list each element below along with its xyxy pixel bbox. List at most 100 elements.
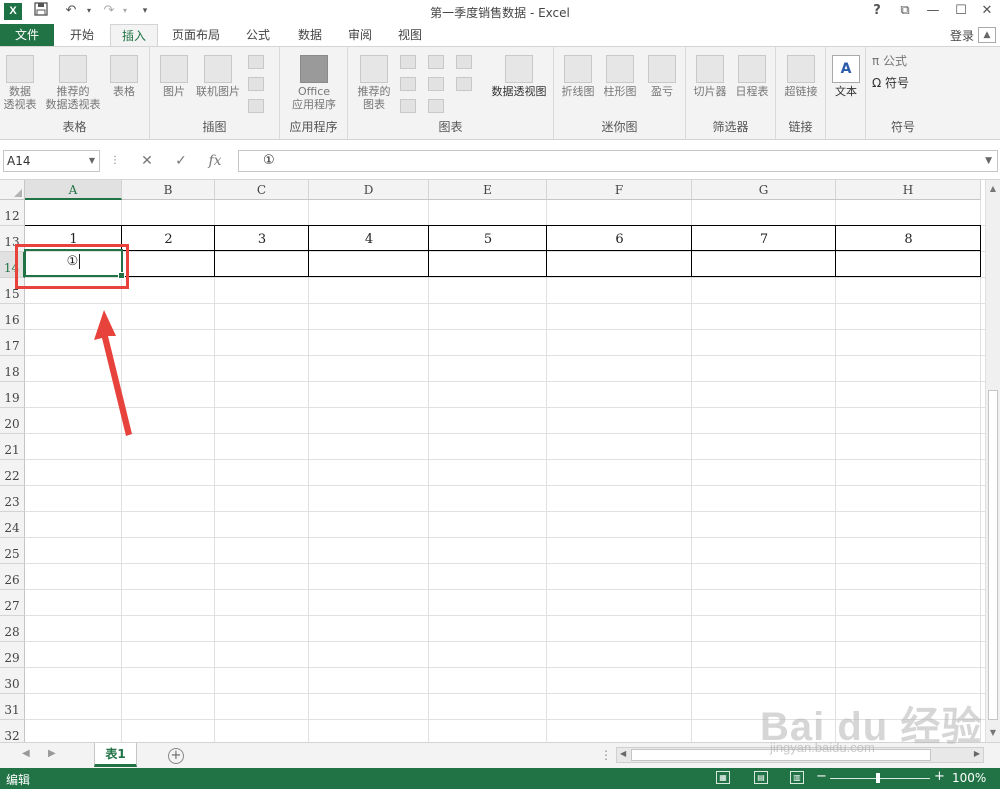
row-header-31[interactable]: 31 bbox=[0, 694, 25, 720]
row-header-20[interactable]: 20 bbox=[0, 408, 25, 434]
collapse-ribbon-icon[interactable]: ▲ bbox=[978, 27, 996, 43]
row-header-12[interactable]: 12 bbox=[0, 200, 25, 226]
normal-view-icon[interactable]: ▦ bbox=[716, 771, 730, 784]
recommended-charts-button[interactable]: 推荐的 图表 bbox=[352, 55, 396, 111]
column-header-c[interactable]: C bbox=[215, 180, 309, 200]
next-sheet-icon[interactable]: ▶ bbox=[48, 748, 56, 759]
tab-view[interactable]: 视图 bbox=[388, 24, 432, 46]
close-button[interactable]: ✕ bbox=[974, 1, 1000, 21]
formula-input[interactable]: ① ▼ bbox=[238, 150, 998, 172]
scroll-up-icon[interactable]: ▲ bbox=[988, 184, 998, 194]
row-header-19[interactable]: 19 bbox=[0, 382, 25, 408]
pivot-chart-button[interactable]: 数据透视图 bbox=[486, 55, 552, 98]
scroll-right-icon[interactable]: ▶ bbox=[974, 749, 980, 758]
line-chart-icon[interactable] bbox=[400, 77, 416, 91]
worksheet-grid[interactable]: A B C D E F G H 12 13 14 15 16 17 18 19 20 21 22 23 24 25 26 27… bbox=[0, 180, 985, 742]
combo-chart-icon[interactable] bbox=[456, 77, 472, 91]
help-button[interactable]: ? bbox=[864, 1, 890, 21]
row-header-17[interactable]: 17 bbox=[0, 330, 25, 356]
stock-chart-icon[interactable] bbox=[456, 55, 472, 69]
symbol-button[interactable]: Ω 符号 bbox=[872, 77, 932, 90]
pie-chart-icon[interactable] bbox=[400, 99, 416, 113]
pictures-button[interactable]: 图片 bbox=[156, 55, 192, 98]
tab-file[interactable]: 文件 bbox=[0, 24, 54, 46]
tab-home[interactable]: 开始 bbox=[60, 24, 104, 46]
pivot-table-button[interactable]: 数据 透视表 bbox=[2, 55, 38, 111]
timeline-button[interactable]: 日程表 bbox=[732, 55, 772, 98]
row-header-22[interactable]: 22 bbox=[0, 460, 25, 486]
column-chart-icon[interactable] bbox=[400, 55, 416, 69]
hyperlink-button[interactable]: 超链接 bbox=[780, 55, 822, 98]
sheet-tab[interactable]: 表1 bbox=[94, 743, 137, 767]
screenshot-icon[interactable] bbox=[248, 99, 264, 113]
row-header-26[interactable]: 26 bbox=[0, 564, 25, 590]
row-header-21[interactable]: 21 bbox=[0, 434, 25, 460]
scroll-left-icon[interactable]: ◀ bbox=[620, 749, 626, 758]
smartart-icon[interactable] bbox=[248, 77, 264, 91]
row-header-32[interactable]: 32 bbox=[0, 720, 25, 742]
tab-insert[interactable]: 插入 bbox=[110, 24, 158, 47]
column-header-d[interactable]: D bbox=[309, 180, 429, 200]
sparkline-column-button[interactable]: 柱形图 bbox=[600, 55, 640, 98]
shapes-icon[interactable] bbox=[248, 55, 264, 69]
add-sheet-icon[interactable]: + bbox=[168, 748, 184, 764]
text-button[interactable]: A 文本 bbox=[830, 55, 862, 98]
zoom-slider[interactable] bbox=[830, 773, 930, 783]
table-button[interactable]: 表格 bbox=[106, 55, 142, 98]
login-link[interactable]: 登录 bbox=[950, 27, 974, 44]
zoom-in-button[interactable]: + bbox=[934, 769, 945, 784]
insert-function-icon[interactable]: fx bbox=[202, 150, 228, 172]
zoom-level[interactable]: 100% bbox=[952, 771, 986, 785]
row-header-27[interactable]: 27 bbox=[0, 590, 25, 616]
tab-page-layout[interactable]: 页面布局 bbox=[164, 24, 228, 46]
recommended-pivot-button[interactable]: 推荐的 数据透视表 bbox=[42, 55, 104, 111]
zoom-out-button[interactable]: − bbox=[816, 769, 827, 784]
scatter-chart-icon[interactable] bbox=[428, 99, 444, 113]
name-box[interactable]: A14 ▼ bbox=[3, 150, 100, 172]
group-label-apps: 应用程序 bbox=[289, 120, 338, 134]
equation-button[interactable]: π 公式 bbox=[872, 55, 932, 68]
online-pictures-button[interactable]: 联机图片 bbox=[194, 55, 242, 98]
page-layout-view-icon[interactable]: ▤ bbox=[754, 771, 768, 784]
column-header-a[interactable]: A bbox=[25, 180, 122, 200]
page-break-view-icon[interactable]: ▥ bbox=[790, 771, 804, 784]
maximize-button[interactable]: ☐ bbox=[948, 1, 974, 21]
tab-review[interactable]: 审阅 bbox=[338, 24, 382, 46]
row-header-24[interactable]: 24 bbox=[0, 512, 25, 538]
tab-formulas[interactable]: 公式 bbox=[236, 24, 280, 46]
vertical-scrollbar[interactable]: ▲ ▼ bbox=[985, 180, 1000, 742]
vertical-scroll-thumb[interactable] bbox=[988, 390, 998, 720]
split-handle-icon[interactable]: ⋮ bbox=[600, 748, 612, 762]
horizontal-scrollbar[interactable]: ◀ ▶ bbox=[616, 747, 984, 763]
tab-data[interactable]: 数据 bbox=[288, 24, 332, 46]
row-header-18[interactable]: 18 bbox=[0, 356, 25, 382]
ribbon-display-options-button[interactable]: ⧉ bbox=[892, 1, 918, 21]
select-all-button[interactable] bbox=[0, 180, 25, 200]
column-header-b[interactable]: B bbox=[122, 180, 215, 200]
row-header-28[interactable]: 28 bbox=[0, 616, 25, 642]
row-header-29[interactable]: 29 bbox=[0, 642, 25, 668]
row-header-23[interactable]: 23 bbox=[0, 486, 25, 512]
scroll-down-icon[interactable]: ▼ bbox=[988, 728, 998, 738]
row-header-25[interactable]: 25 bbox=[0, 538, 25, 564]
horizontal-scroll-thumb[interactable] bbox=[631, 749, 931, 761]
area-chart-icon[interactable] bbox=[428, 77, 444, 91]
enter-icon[interactable]: ✓ bbox=[168, 150, 194, 172]
row-header-30[interactable]: 30 bbox=[0, 668, 25, 694]
column-header-h[interactable]: H bbox=[836, 180, 981, 200]
expand-formula-icon[interactable]: ▼ bbox=[985, 151, 992, 171]
zoom-slider-knob[interactable] bbox=[876, 773, 880, 783]
sparkline-line-button[interactable]: 折线图 bbox=[558, 55, 598, 98]
column-header-f[interactable]: F bbox=[547, 180, 692, 200]
cancel-icon[interactable]: ✕ bbox=[134, 150, 160, 172]
office-apps-button[interactable]: Office 应用程序 bbox=[284, 55, 344, 111]
column-header-g[interactable]: G bbox=[692, 180, 836, 200]
bar-chart-icon[interactable] bbox=[428, 55, 444, 69]
minimize-button[interactable]: — bbox=[920, 1, 946, 21]
prev-sheet-icon[interactable]: ◀ bbox=[22, 748, 30, 759]
sparkline-winloss-button[interactable]: 盈亏 bbox=[642, 55, 682, 98]
row-header-16[interactable]: 16 bbox=[0, 304, 25, 330]
slicer-button[interactable]: 切片器 bbox=[690, 55, 730, 98]
column-header-e[interactable]: E bbox=[429, 180, 547, 200]
chevron-down-icon[interactable]: ▼ bbox=[89, 151, 95, 171]
